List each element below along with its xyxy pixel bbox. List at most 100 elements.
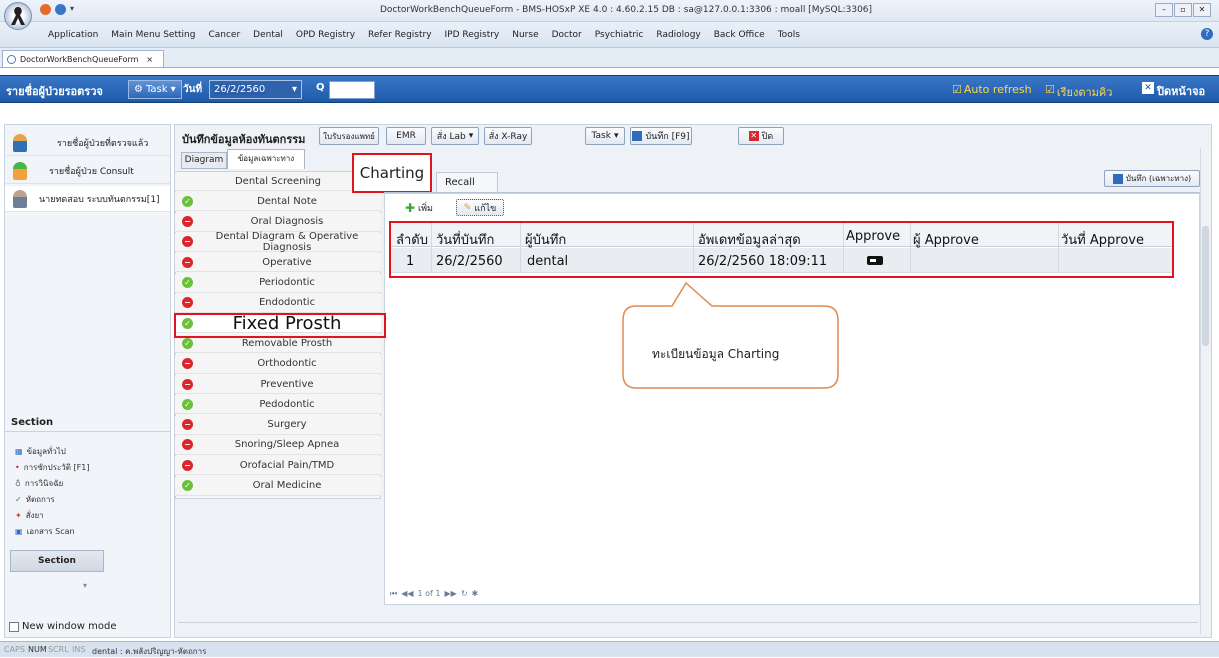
col-header-approve-date[interactable]: วันที่ Approve <box>1061 229 1144 250</box>
dental-list-item[interactable]: − Preventive <box>175 375 381 394</box>
new-window-mode-checkbox[interactable]: New window mode <box>9 621 116 632</box>
save-button[interactable]: บันทึก [F9] <box>630 127 692 145</box>
checkbox-checked-icon: ☑ <box>1045 83 1055 96</box>
first-page-icon[interactable]: ⏮ <box>390 589 397 599</box>
close-icon[interactable]: ✕ <box>1193 3 1211 17</box>
close-screen-button[interactable]: ✕ ปิดหน้าจอ <box>1142 82 1205 100</box>
left-item-examined[interactable]: รายชื่อผู้ป่วยที่ตรวจแล้ว <box>5 130 170 156</box>
menu-back-office[interactable]: Back Office <box>714 30 765 40</box>
save-specific-button[interactable]: บันทึก (เฉพาะทาง) <box>1104 170 1200 187</box>
chevron-down-icon[interactable]: ▾ <box>83 581 87 590</box>
dental-list-item[interactable]: ✓ Periodontic <box>175 273 381 293</box>
dropdown-icon[interactable]: ▾ <box>70 4 74 15</box>
menu-psychiatric[interactable]: Psychiatric <box>595 30 644 40</box>
tab-charting[interactable]: Charting <box>352 153 432 193</box>
cell-recorder: dental <box>527 254 569 269</box>
menu-cancer[interactable]: Cancer <box>208 30 240 40</box>
dental-list-item[interactable]: ✓ Oral Medicine <box>175 476 381 496</box>
menu-radiology[interactable]: Radiology <box>656 30 700 40</box>
minimize-icon[interactable]: – <box>1155 3 1173 17</box>
emr-button[interactable]: EMR <box>386 127 426 145</box>
vertical-scrollbar[interactable] <box>1200 148 1210 634</box>
menu-dental[interactable]: Dental <box>253 30 283 40</box>
date-input[interactable]: 26/2/2560 ▾ <box>209 80 302 99</box>
prev-page-icon[interactable]: ◀◀ <box>401 589 413 599</box>
section-button[interactable]: Section <box>10 550 104 572</box>
tab-recall[interactable]: Recall <box>436 172 498 192</box>
dental-list-label: Fixed Prosth <box>232 312 342 334</box>
minus-icon: − <box>182 459 193 471</box>
approve-status-icon <box>867 256 883 265</box>
document-tab[interactable]: DoctorWorkBenchQueueForm × <box>2 50 164 67</box>
order-lab-button[interactable]: สั่ง Lab ▾ <box>431 127 479 145</box>
close-button[interactable]: ✕ ปิด <box>738 127 784 145</box>
left-item-patient[interactable]: นายทดสอบ ระบบทันตกรรม[1] <box>5 186 170 212</box>
dental-list-item[interactable]: ✓ Fixed Prosth <box>175 312 381 334</box>
quick-access-icons[interactable]: ▾ <box>40 4 74 15</box>
dental-list-item[interactable]: − Orthodontic <box>175 354 381 374</box>
menu-ipd-registry[interactable]: IPD Registry <box>445 30 500 40</box>
col-header-record-date[interactable]: วันที่บันทึก <box>436 229 494 250</box>
edit-button[interactable]: ✎ แก้ไข <box>456 199 504 216</box>
minus-icon: − <box>182 297 193 309</box>
scroll-thumb[interactable] <box>1202 226 1209 346</box>
minus-icon: − <box>182 419 193 431</box>
auto-refresh-checkbox[interactable]: ☑ Auto refresh <box>952 83 1032 96</box>
dental-list-item[interactable]: − Operative <box>175 253 381 273</box>
col-header-approver[interactable]: ผู้ Approve <box>913 229 979 250</box>
col-header-approve[interactable]: Approve <box>846 229 900 244</box>
dental-list-item[interactable]: − Oral Diagnosis <box>175 212 381 232</box>
dental-list-item[interactable]: − Surgery <box>175 415 381 435</box>
dental-list-item[interactable]: − Orofacial Pain/TMD <box>175 456 381 476</box>
tab-specialty[interactable]: ข้อมูลเฉพาะทาง <box>227 149 305 169</box>
add-button[interactable]: ✚ เพิ่ม <box>394 199 444 216</box>
queue-order-checkbox[interactable]: ☑ เรียงตามคิว <box>1045 83 1112 101</box>
next-page-icon[interactable]: ▶▶ <box>445 589 457 599</box>
section-item-medication[interactable]: ✦ สั่งยา <box>15 509 44 522</box>
doctor-certificate-button[interactable]: ใบรับรองแพทย์ <box>319 127 379 145</box>
order-xray-button[interactable]: สั่ง X-Ray <box>484 127 532 145</box>
tab-diagram[interactable]: Diagram <box>181 152 227 169</box>
menu-refer-registry[interactable]: Refer Registry <box>368 30 432 40</box>
section-item-history[interactable]: • การซักประวัติ [F1] <box>15 461 89 474</box>
section-item-procedure[interactable]: ✓ หัตถการ <box>15 493 55 506</box>
q-input[interactable] <box>329 81 375 99</box>
grid-navigator[interactable]: ⏮ ◀◀ 1 of 1 ▶▶ ↻ ✱ <box>390 589 478 599</box>
check-icon: ✓ <box>182 277 193 288</box>
menu-doctor[interactable]: Doctor <box>552 30 582 40</box>
tab-close-icon[interactable]: × <box>146 55 153 64</box>
refresh-icon[interactable]: ↻ <box>461 589 468 599</box>
dental-list-item[interactable]: − Dental Diagram & Operative Diagnosis <box>175 231 381 253</box>
col-header-recorder[interactable]: ผู้บันทึก <box>525 229 566 250</box>
dental-list-item[interactable]: ✓ Dental Note <box>175 192 381 212</box>
task-dropdown[interactable]: ⚙ Task ▾ <box>128 80 182 99</box>
dental-list-item[interactable]: ✓ Pedodontic <box>175 395 381 415</box>
star-icon[interactable]: ✱ <box>472 589 479 599</box>
dental-list-item[interactable]: − Snoring/Sleep Apnea <box>175 435 381 455</box>
dental-list-item[interactable]: Dental Screening <box>175 172 381 191</box>
help-icon[interactable]: ? <box>1201 28 1213 40</box>
left-item-consult[interactable]: รายชื่อผู้ป่วย Consult <box>5 158 170 184</box>
record-icon[interactable] <box>40 4 51 15</box>
maximize-icon[interactable]: ▫ <box>1174 3 1192 17</box>
dental-list-item[interactable]: − Endodontic <box>175 293 381 313</box>
section-item-diagnosis[interactable]: ♁ การวินิจฉัย <box>15 477 63 490</box>
check-icon: ✓ <box>182 480 193 491</box>
col-header-last-update[interactable]: อัพเดทข้อมูลล่าสุด <box>698 229 801 250</box>
doctor-icon <box>13 133 27 152</box>
menu-main-menu-setting[interactable]: Main Menu Setting <box>111 30 195 40</box>
section-item-scan[interactable]: ▣ เอกสาร Scan <box>15 525 75 538</box>
menu-opd-registry[interactable]: OPD Registry <box>296 30 355 40</box>
section-title: Section <box>11 417 54 428</box>
dental-list-item[interactable]: ✓ Removable Prosth <box>175 334 381 354</box>
col-header-no[interactable]: ลำดับ <box>396 229 428 250</box>
refresh-icon[interactable] <box>55 4 66 15</box>
chevron-down-icon[interactable]: ▾ <box>292 84 297 95</box>
procedure-icon: ✓ <box>15 495 22 504</box>
app-logo-icon[interactable] <box>4 2 32 30</box>
section-item-general[interactable]: ▦ ข้อมูลทั่วไป <box>15 445 66 458</box>
menu-application[interactable]: Application <box>48 30 98 40</box>
menu-nurse[interactable]: Nurse <box>512 30 538 40</box>
task-button[interactable]: Task ▾ <box>585 127 625 145</box>
menu-tools[interactable]: Tools <box>778 30 800 40</box>
